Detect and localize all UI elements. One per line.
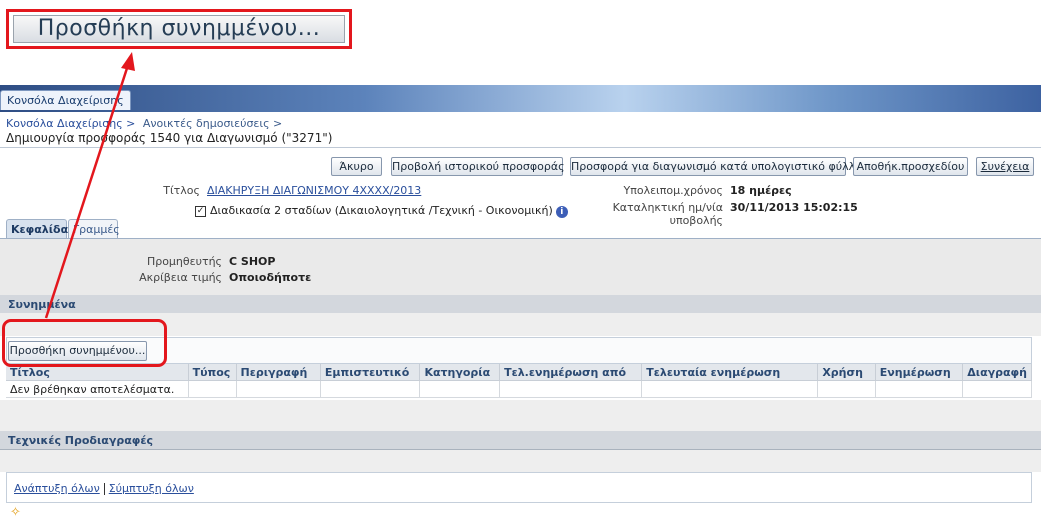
zoom-callout: Προσθήκη συνημμένου... [6, 9, 352, 49]
col-updated-by[interactable]: Τελ.ενημέρωση από [499, 364, 643, 381]
breadcrumb: Κονσόλα Διαχείρισης > Ανοικτές δημοσιεύσ… [6, 117, 286, 130]
tab-admin-console[interactable]: Κονσόλα Διαχείρισης [0, 90, 131, 110]
expand-all-link[interactable]: Ανάπτυξη όλων [14, 482, 100, 495]
highlight-box [2, 319, 167, 367]
tech-specs-area [0, 450, 1041, 472]
spreadsheet-bid-button[interactable]: Προσφορά για διαγωνισμό κατά υπολογιστικ… [570, 157, 862, 176]
supplier-value: C SHOP [229, 255, 276, 268]
focus-star-icon[interactable]: ✧ [10, 505, 21, 520]
section-spacer [0, 400, 1041, 431]
view-history-button[interactable]: Προβολή ιστορικού προσφοράς [391, 157, 565, 176]
deadline-value: 30/11/2013 15:02:15 [730, 201, 858, 214]
two-stage-label: Διαδικασία 2 σταδίων (Δικαιολογητικά /Τε… [210, 204, 553, 217]
breadcrumb-console[interactable]: Κονσόλα Διαχείρισης > [6, 117, 135, 130]
deadline-label: Καταληκτική ημ/νία υποβολής [612, 201, 723, 227]
save-draft-button[interactable]: Αποθήκ.προσχεδίου [853, 157, 968, 176]
tab-lines[interactable]: Γραμμές [68, 219, 120, 238]
col-update[interactable]: Ενημέρωση [875, 364, 964, 381]
empty-results-message: Δεν βρέθηκαν αποτελέσματα. [6, 380, 189, 398]
zoomed-add-attachment-button[interactable]: Προσθήκη συνημμένου... [13, 15, 345, 43]
continue-button[interactable]: Συνέχεια [976, 157, 1034, 176]
cancel-button[interactable]: Άκυρο [331, 157, 382, 176]
two-stage-checkbox[interactable]: ✓ [195, 205, 206, 217]
col-delete[interactable]: Διαγραφή [962, 364, 1032, 381]
supplier-label: Προμηθευτής [146, 255, 222, 268]
tech-specs-section-header: Τεχνικές Προδιαγραφές [0, 431, 1041, 450]
remaining-time-label: Υπολειπομ.χρόνος [623, 184, 724, 197]
attachments-section-header: Συνημμένα [0, 295, 1041, 314]
collapse-all-link[interactable]: Σύμπτυξη όλων [109, 482, 194, 495]
app-header-bar [0, 85, 1041, 112]
col-description[interactable]: Περιγραφή [236, 364, 321, 381]
title-divider [0, 147, 1041, 148]
price-precision-value: Οποιοδήποτε [229, 271, 312, 284]
table-row: Δεν βρέθηκαν αποτελέσματα. [6, 380, 1032, 398]
remaining-time-value: 18 ημέρες [730, 184, 792, 197]
col-type[interactable]: Τύπος [188, 364, 237, 381]
col-usage[interactable]: Χρήση [817, 364, 876, 381]
col-category[interactable]: Κατηγορία [419, 364, 501, 381]
breadcrumb-open-listings[interactable]: Ανοικτές δημοσιεύσεις > [143, 117, 282, 130]
page-title: Δημιουργία προσφοράς 1540 για Διαγωνισμό… [6, 131, 333, 145]
link-separator [103, 483, 105, 495]
tree-controls: Ανάπτυξη όλων Σύμπτυξη όλων [14, 482, 194, 495]
col-last-updated[interactable]: Τελευταία ενημέρωση [641, 364, 819, 381]
attachments-table: Τίτλος Τύπος Περιγραφή Εμπιστευτικό Κατη… [6, 364, 1032, 398]
col-confidential[interactable]: Εμπιστευτικό [320, 364, 421, 381]
tab-header[interactable]: Κεφαλίδα [6, 219, 68, 238]
price-precision-label: Ακρίβεια τιμής [139, 271, 222, 284]
title-link[interactable]: ΔΙΑΚΗΡΥΞΗ ΔΙΑΓΩΝΙΣΜΟΥ 4ΧΧΧΧ/2013 [207, 184, 421, 197]
two-stage-row: ✓ Διαδικασία 2 σταδίων (Δικαιολογητικά /Τ… [195, 204, 568, 218]
title-label: Τίτλος [163, 184, 200, 197]
